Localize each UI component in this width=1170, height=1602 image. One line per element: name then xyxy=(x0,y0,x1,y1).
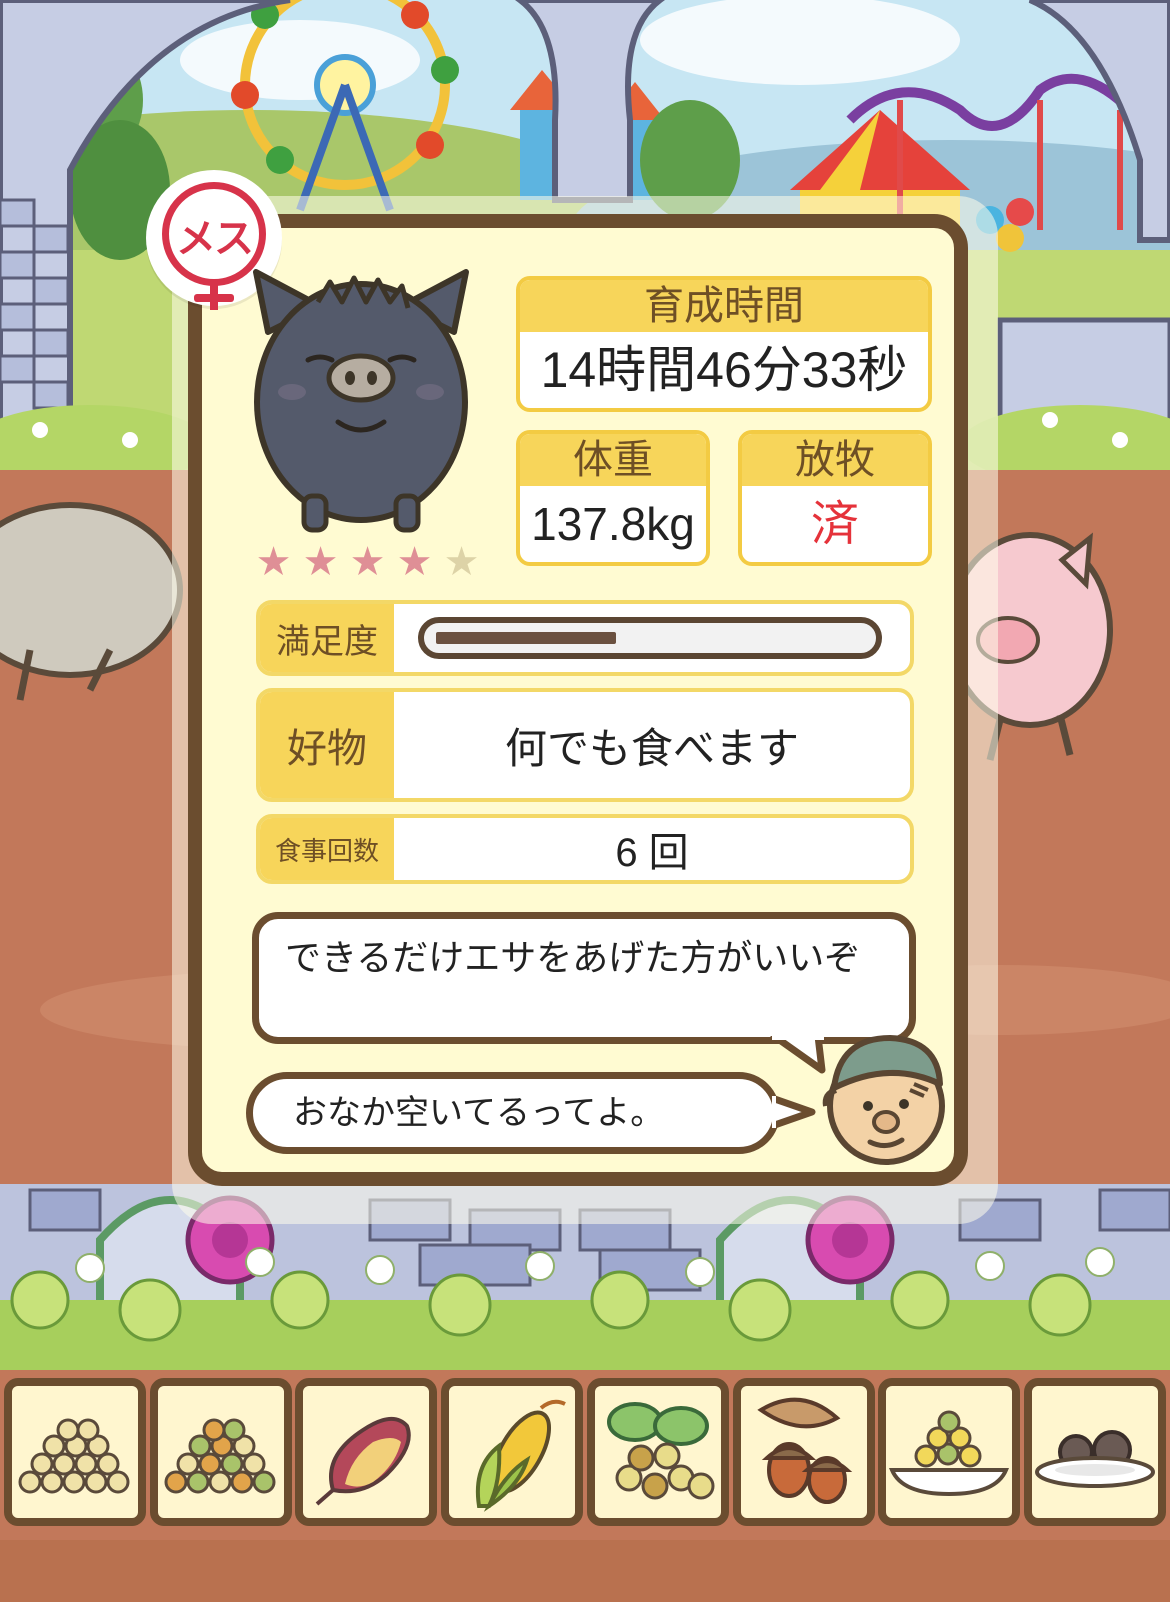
growth-time-value: 14時間46分33秒 xyxy=(540,342,908,398)
meal-count-row: 食事回数 6 回 xyxy=(256,814,914,884)
food-slot-mixed-beans[interactable] xyxy=(149,1378,292,1526)
meal-count-value: 6 回 xyxy=(615,831,689,875)
growth-time-label: 育成時間 xyxy=(520,280,928,332)
grazing-box: 放牧 済 xyxy=(738,430,932,566)
sweet-potato-icon xyxy=(316,1417,412,1506)
satisfaction-label: 満足度 xyxy=(260,604,394,672)
advice-speech-bubble: できるだけエサをあげた方がいいぞ xyxy=(252,912,916,1044)
food-slot-feed-plate[interactable] xyxy=(878,1378,1021,1526)
status-speech-bubble: おなか空いてるってよ。 xyxy=(246,1072,780,1154)
food-selection-tray xyxy=(4,1378,1166,1526)
gender-label: メス xyxy=(176,216,254,262)
grazing-label: 放牧 xyxy=(742,434,928,486)
favorite-value: 何でも食べます xyxy=(504,723,799,773)
satisfaction-meter xyxy=(418,617,882,659)
star-rating: ★ ★ ★ ★ ★ xyxy=(250,540,485,584)
farmer-avatar-icon xyxy=(822,1035,945,1165)
food-slot-leaf-nuts[interactable] xyxy=(586,1378,729,1526)
bubble-tail xyxy=(772,1094,816,1130)
meal-count-label: 食事回数 xyxy=(260,818,394,880)
weight-value: 137.8kg xyxy=(531,498,695,550)
leaf-nuts-icon xyxy=(606,1402,715,1500)
meatball-plate-icon xyxy=(1034,1430,1155,1488)
food-slot-corn[interactable] xyxy=(441,1378,584,1526)
feed-plate-icon xyxy=(889,1410,1010,1497)
satisfaction-row: 満足度 xyxy=(256,600,914,676)
favorite-food-row: 好物 何でも食べます xyxy=(256,688,914,802)
star-icon: ★ xyxy=(349,539,386,585)
food-slot-sweet-potato[interactable] xyxy=(295,1378,438,1526)
corn-icon xyxy=(476,1399,567,1512)
food-slot-acorn[interactable] xyxy=(732,1378,875,1526)
weight-box: 体重 137.8kg xyxy=(516,430,710,566)
black-pig-icon xyxy=(253,269,469,533)
soybeans-icon xyxy=(18,1418,130,1494)
food-slot-soybeans[interactable] xyxy=(4,1378,146,1526)
star-icon: ★ xyxy=(396,539,433,585)
weight-label: 体重 xyxy=(520,434,706,486)
acorn-icon xyxy=(756,1397,852,1504)
growth-time-box: 育成時間 14時間46分33秒 xyxy=(516,276,932,412)
star-icon: ★ xyxy=(302,539,339,585)
star-icon: ★ xyxy=(443,539,480,585)
star-icon: ★ xyxy=(255,539,292,585)
favorite-label: 好物 xyxy=(260,692,394,798)
satisfaction-meter-fill xyxy=(436,632,616,644)
food-slot-meatball-plate[interactable] xyxy=(1023,1378,1166,1526)
grazing-value: 済 xyxy=(810,496,859,552)
mixed-beans-icon xyxy=(164,1418,276,1494)
